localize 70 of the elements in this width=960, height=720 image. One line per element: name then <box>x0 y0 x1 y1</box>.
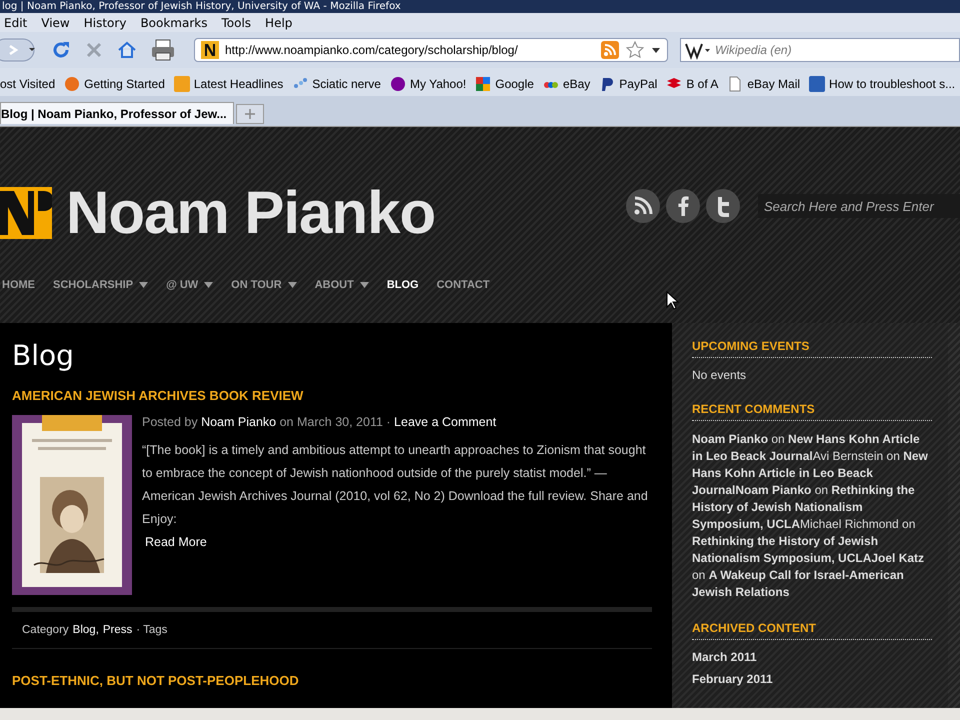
read-more-link[interactable]: Read More <box>145 535 207 549</box>
cursor-icon <box>666 291 680 311</box>
browser-tab[interactable]: Blog | Noam Pianko, Professor of Jew... <box>0 102 234 124</box>
logo-icon[interactable] <box>0 187 52 239</box>
search-field[interactable]: Search Here and Press Enter <box>758 194 960 218</box>
archive-link[interactable]: March 2011 <box>692 650 932 664</box>
page-heading: Blog <box>12 339 75 372</box>
star-icon[interactable] <box>625 40 645 60</box>
menu-item[interactable]: Help <box>265 16 292 30</box>
recent-comments: Noam Pianko on New Hans Kohn Article in Leo Beack JournalAvi Bernstein on New Hans Kohn Article in Leo Beack JournalNoam Pianko on Rethinking the History of Jewish Nationalism Symposium, UCLAMichael Richmond on Rethinking the History of Jewish Nationalism Symposium, UCLAJoel Katz on A Wakeup Call for Israel-American Jewish Relations <box>692 431 929 601</box>
bookmark[interactable]: PayPal <box>599 76 658 92</box>
rss-icon <box>174 76 190 92</box>
bookmark[interactable]: B of A <box>666 76 718 92</box>
widget-title: ARCHIVED CONTENT <box>692 621 932 640</box>
menu-item[interactable]: Tools <box>221 16 252 30</box>
menu-item[interactable]: Bookmarks <box>140 16 208 30</box>
nav-item[interactable]: ON TOUR <box>231 279 297 291</box>
plus-icon <box>244 109 255 119</box>
nav-item[interactable]: SCHOLARSHIP <box>53 279 148 291</box>
rss-icon[interactable] <box>626 189 660 223</box>
bookmark[interactable]: eBay Mail <box>727 76 800 92</box>
nav-item[interactable]: HOME <box>2 279 35 291</box>
bookmark[interactable]: Google <box>475 76 534 92</box>
bookmark-icon <box>390 76 406 92</box>
post-title[interactable]: POST-ETHNIC, BUT NOT POST-PEOPLEHOOD <box>12 673 652 688</box>
bookmark-icon <box>475 76 492 92</box>
comment-link[interactable]: Leave a Comment <box>394 415 496 429</box>
printer-icon[interactable] <box>150 38 176 62</box>
menu-item[interactable]: Edit <box>4 16 28 30</box>
globe-icon <box>64 76 80 92</box>
twitter-icon[interactable] <box>706 189 740 223</box>
bookmark[interactable]: ost Visited <box>0 77 56 91</box>
category-label: Category <box>22 624 69 636</box>
meta-label: Posted by <box>142 415 198 429</box>
post-title[interactable]: AMERICAN JEWISH ARCHIVES BOOK REVIEW <box>12 388 652 403</box>
category-link[interactable]: Blog, <box>72 624 99 636</box>
post-date: on March 30, 2011 · <box>280 415 391 429</box>
site-title[interactable]: Noam Pianko <box>66 181 436 245</box>
bookmark-icon <box>599 76 616 92</box>
nav-item[interactable]: @ UW <box>166 279 214 291</box>
nav-item[interactable]: BLOG <box>386 279 419 291</box>
bookmark[interactable]: How to troubleshoot s... <box>809 76 956 92</box>
archive-link[interactable]: February 2011 <box>692 672 932 686</box>
widget-title: RECENT COMMENTS <box>692 402 932 421</box>
bookmark[interactable]: Latest Headlines <box>174 76 284 92</box>
home-icon[interactable] <box>116 39 138 61</box>
window-title: log | Noam Pianko, Professor of Jewish History, University of WA - Mozilla Firefox <box>2 1 401 12</box>
widget-text: No events <box>692 368 748 382</box>
new-tab-button[interactable] <box>236 104 264 124</box>
nav-item[interactable]: ABOUT <box>314 279 369 291</box>
dropdown-icon[interactable] <box>651 46 661 54</box>
nav-item[interactable]: CONTACT <box>436 279 490 291</box>
menu-item[interactable]: View <box>41 16 70 30</box>
bookmark[interactable]: My Yahoo! <box>390 76 466 92</box>
menu-item[interactable]: History <box>84 16 126 30</box>
bookmark-icon <box>809 76 826 92</box>
category-link[interactable]: Press <box>102 624 132 636</box>
post-excerpt: “[The book] is a timely and ambitious attempt to unearth approaches to Zionism that sought to embrace the concept of Jewish nationhood outside of the purely statist model.” —American Jewish Archives Journal (2010, vol 62, No 2) Download the full review. Share and Enjoy: <box>142 442 649 528</box>
address-bar[interactable]: http://www.noampianko.com/category/scholarship/blog/ <box>194 38 668 62</box>
site-icon <box>201 41 219 59</box>
forward-icon[interactable] <box>0 37 38 63</box>
author-link[interactable]: Noam Pianko <box>201 415 276 429</box>
bookmark[interactable]: Getting Started <box>64 76 165 92</box>
url-text: http://www.noampianko.com/category/scholarship/blog/ <box>225 43 519 57</box>
tags-label: · Tags <box>136 624 168 636</box>
widget-title: UPCOMING EVENTS <box>692 339 932 358</box>
bookmark[interactable]: eBay <box>542 76 590 92</box>
facebook-icon[interactable] <box>666 189 700 223</box>
page-icon <box>727 76 744 92</box>
bookmark[interactable]: Sciatic nerve <box>292 76 381 92</box>
